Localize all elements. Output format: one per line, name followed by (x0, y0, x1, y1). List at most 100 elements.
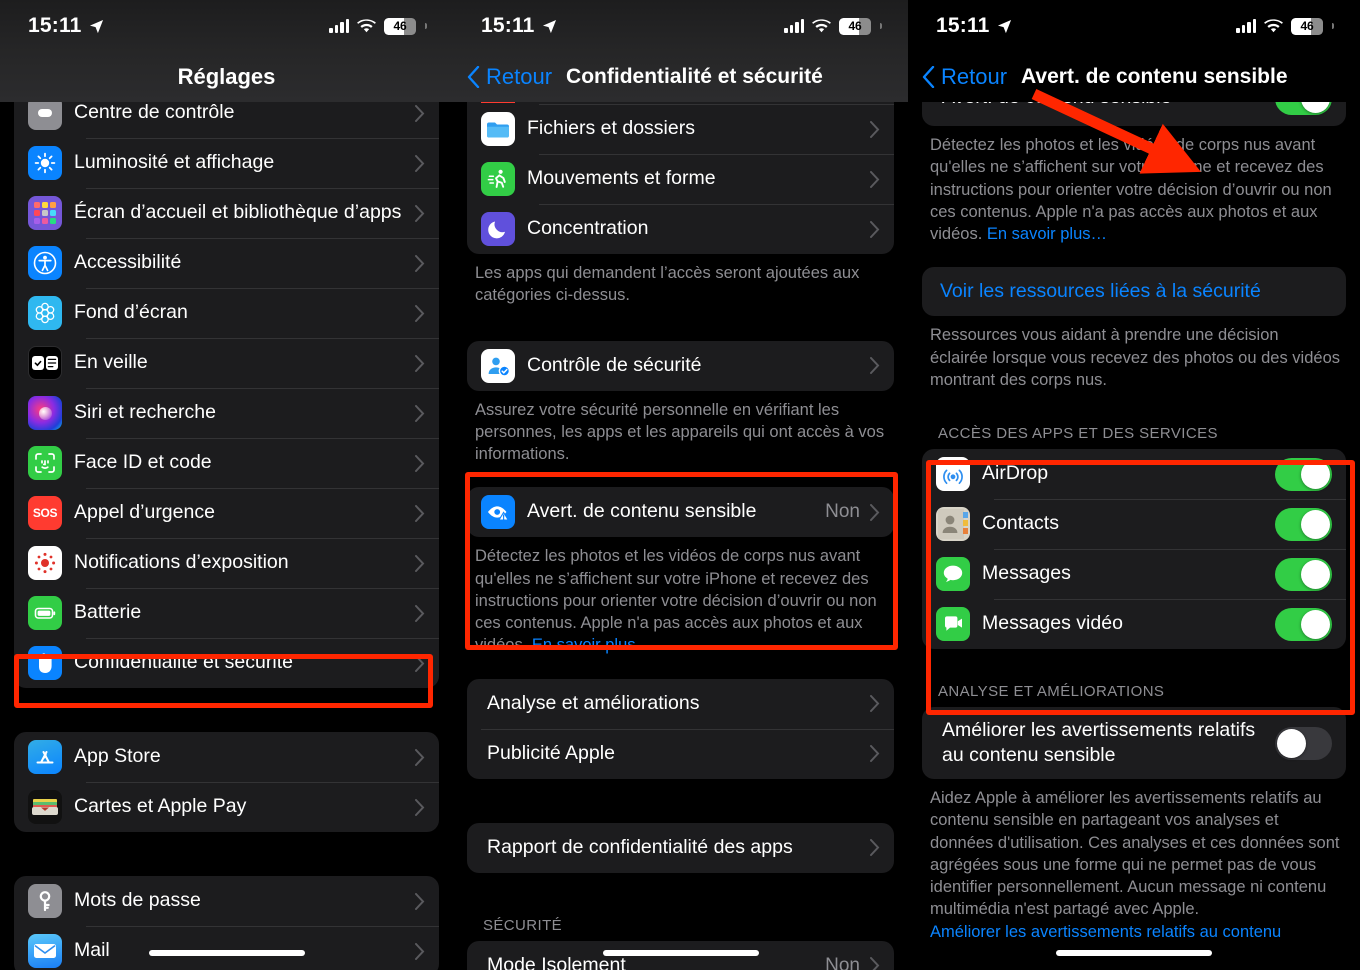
passwords-key-icon (28, 884, 62, 918)
airdrop-icon (936, 457, 970, 492)
sidebar-item-face-id[interactable]: Face ID et code (14, 438, 439, 488)
sidebar-item-wallpaper[interactable]: Fond d’écran (14, 288, 439, 338)
sidebar-item-app-store[interactable]: App Store (14, 732, 439, 782)
battery-level: 46 (1300, 19, 1314, 33)
row-analytics-improvements[interactable]: Analyse et améliorations (467, 679, 894, 729)
sidebar-item-passwords[interactable]: Mots de passe (14, 876, 439, 926)
messages-icon (936, 557, 970, 592)
page-title: Confidentialité et sécurité (566, 65, 823, 88)
panel2-content[interactable]: Fichiers et dossiers Mouvements et forme… (453, 0, 908, 970)
back-button[interactable]: Retour (922, 64, 1007, 90)
learn-more-link[interactable]: En savoir plus… (532, 636, 652, 654)
battery-settings-icon (28, 596, 62, 630)
row-files-folders[interactable]: Fichiers et dossiers (467, 104, 894, 154)
row-value: Non (825, 501, 860, 523)
statusbar-left: 15:11 (481, 14, 557, 38)
row-focus[interactable]: Concentration (467, 204, 894, 254)
sidebar-item-battery[interactable]: Batterie (14, 588, 439, 638)
clock: 15:11 (28, 14, 82, 37)
sidebar-item-exposure-notifications[interactable]: Notifications d’exposition (14, 538, 439, 588)
chevron-right-icon (415, 204, 425, 222)
location-arrow-icon (542, 19, 556, 33)
panel3-content[interactable]: Avert. de contenu sensible Détectez les … (908, 0, 1360, 970)
home-screen-icon (28, 196, 62, 230)
page-title: Avert. de contenu sensible (1021, 65, 1288, 88)
chevron-right-icon (415, 254, 425, 272)
row-apple-advertising[interactable]: Publicité Apple (467, 728, 894, 779)
cellular-bars-icon (784, 19, 804, 33)
statusbar-right: 46 (784, 17, 882, 35)
battery-level: 46 (393, 19, 407, 33)
home-indicator (1056, 950, 1212, 956)
sidebar-item-standby[interactable]: En veille (14, 338, 439, 388)
home-indicator (148, 950, 305, 956)
row-label: Avert. de contenu sensible (527, 500, 757, 523)
cellular-bars-icon (329, 19, 349, 33)
contacts-toggle[interactable] (1275, 507, 1332, 541)
screenshot-stage: 15:11 46 Réglages Centre de contrôle Lum… (0, 0, 1360, 970)
learn-more-link[interactable]: En savoir plus… (987, 225, 1107, 243)
sidebar-item-mail[interactable]: Mail (14, 926, 439, 970)
video-messages-toggle[interactable] (1275, 607, 1332, 641)
row-label: Confidentialité et sécurité (74, 651, 293, 674)
row-label: Écran d’accueil et bibliothèque d’apps (74, 201, 402, 224)
brightness-icon (28, 146, 62, 180)
row-label: En veille (74, 351, 148, 374)
row-label: Rapport de confidentialité des apps (487, 835, 793, 858)
row-video-messages[interactable]: Messages vidéo (922, 599, 1346, 649)
chevron-right-icon (870, 695, 880, 713)
chevron-right-icon (870, 957, 880, 970)
siri-icon (28, 396, 62, 430)
messages-toggle[interactable] (1275, 557, 1332, 591)
back-button[interactable]: Retour (467, 64, 552, 90)
sidebar-item-siri[interactable]: Siri et recherche (14, 388, 439, 438)
chevron-right-icon (870, 745, 880, 763)
sidebar-item-emergency-sos[interactable]: SOS Appel d’urgence (14, 488, 439, 538)
back-label: Retour (486, 64, 553, 89)
panel3-statusbar: 15:11 46 (908, 0, 1360, 52)
location-arrow-icon (997, 19, 1011, 33)
analytics-ads-group: Analyse et améliorations Publicité Apple (467, 678, 894, 779)
chevron-right-icon (415, 404, 425, 422)
improve-warnings-toggle[interactable] (1275, 726, 1332, 760)
sidebar-item-wallet-apple-pay[interactable]: Cartes et Apple Pay (14, 782, 439, 832)
battery-cap-icon (425, 23, 427, 29)
face-id-icon (28, 446, 62, 480)
row-motion-fitness[interactable]: Mouvements et forme (467, 154, 894, 204)
row-label: Siri et recherche (74, 401, 216, 424)
exposure-notifications-icon (28, 546, 62, 580)
section-header-apps-access: ACCÈS DES APPS ET DES SERVICES (938, 425, 1218, 443)
sidebar-item-accessibility[interactable]: Accessibilité (14, 238, 439, 288)
row-improve-warnings[interactable]: Améliorer les avertissements relatifs au… (922, 707, 1346, 779)
panel1-content[interactable]: Centre de contrôle Luminosité et afficha… (0, 0, 453, 970)
improve-warnings-link[interactable]: Améliorer les avertissements relatifs au… (930, 921, 1340, 943)
row-label: Face ID et code (74, 451, 212, 474)
contacts-icon (936, 507, 970, 542)
row-airdrop[interactable]: AirDrop (922, 449, 1346, 499)
sidebar-item-privacy-security[interactable]: Confidentialité et sécurité (14, 638, 439, 688)
row-sensitive-content-warning[interactable]: Avert. de contenu sensible Non (467, 487, 894, 537)
row-safety-check[interactable]: Contrôle de sécurité (467, 341, 894, 391)
statusbar-right: 46 (1236, 17, 1334, 35)
row-label: Mots de passe (74, 889, 201, 912)
location-arrow-icon (89, 19, 103, 33)
chevron-left-icon (922, 66, 935, 88)
sidebar-item-home-screen[interactable]: Écran d’accueil et bibliothèque d’apps (14, 188, 439, 238)
chevron-right-icon (870, 357, 880, 375)
chevron-right-icon (415, 942, 425, 960)
back-label: Retour (941, 64, 1008, 89)
statusbar-left: 15:11 (28, 14, 104, 38)
safety-resources-link-row[interactable]: Voir les ressources liées à la sécurité (922, 267, 1346, 317)
row-messages[interactable]: Messages (922, 549, 1346, 599)
row-label: Mouvements et forme (527, 167, 716, 190)
sidebar-item-brightness[interactable]: Luminosité et affichage (14, 138, 439, 188)
airdrop-toggle[interactable] (1275, 457, 1332, 491)
row-value: Non (825, 954, 860, 970)
row-label: Améliorer les avertissements relatifs au… (942, 719, 1256, 767)
row-contacts[interactable]: Contacts (922, 499, 1346, 549)
footnote-analytics: Aidez Apple à améliorer les avertissemen… (908, 779, 1360, 943)
wallet-icon (28, 790, 62, 824)
row-app-privacy-report[interactable]: Rapport de confidentialité des apps (467, 823, 894, 873)
panel3-nav-content: Retour Avert. de contenu sensible (908, 52, 1360, 102)
chevron-right-icon (415, 748, 425, 766)
